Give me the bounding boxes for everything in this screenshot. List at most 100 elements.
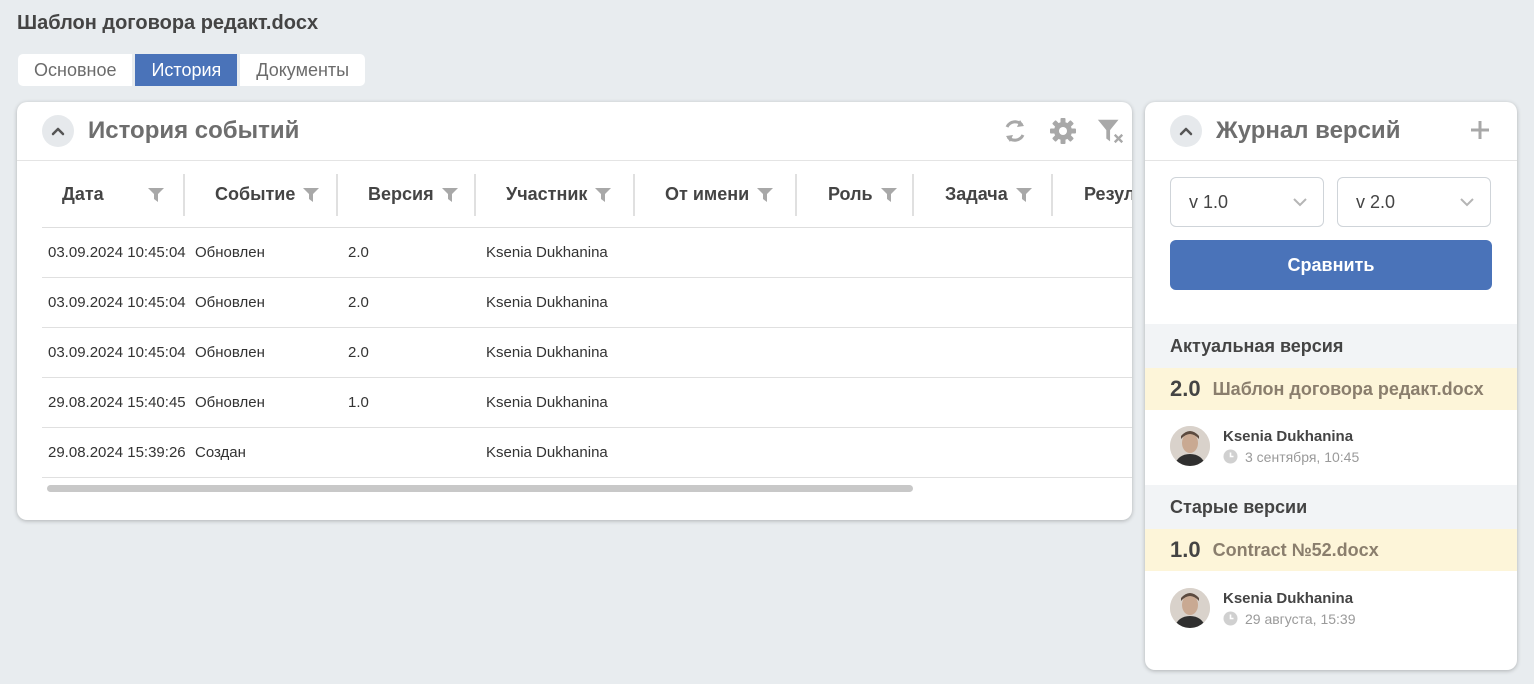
history-actions — [1000, 116, 1126, 146]
filter-icon[interactable] — [1015, 187, 1032, 202]
plus-icon — [1471, 121, 1489, 139]
column-participant[interactable]: Участник — [476, 173, 635, 216]
cell-event: Обновлен — [195, 344, 265, 361]
refresh-button[interactable] — [1000, 116, 1030, 146]
old-version-author: Ksenia Dukhanina 29 августа, 15:39 — [1170, 588, 1356, 628]
tab-history[interactable]: История — [135, 54, 238, 86]
current-version-author: Ksenia Dukhanina 3 сентября, 10:45 — [1170, 426, 1359, 466]
filter-icon[interactable] — [595, 187, 612, 202]
filter-icon[interactable] — [147, 187, 164, 202]
collapse-history-button[interactable] — [42, 115, 74, 147]
cell-version: 2.0 — [348, 244, 369, 261]
date-text: 29 августа, 15:39 — [1245, 610, 1356, 627]
column-label: Версия — [368, 184, 434, 204]
cell-version: 2.0 — [348, 294, 369, 311]
chevron-up-icon — [51, 127, 65, 136]
old-versions-heading: Старые версии — [1145, 485, 1517, 529]
author-info: Ksenia Dukhanina 29 августа, 15:39 — [1223, 590, 1356, 627]
cell-version: 1.0 — [348, 394, 369, 411]
chevron-up-icon — [1179, 127, 1193, 136]
cell-event: Обновлен — [195, 394, 265, 411]
select-value: v 1.0 — [1189, 191, 1229, 212]
clear-filter-button[interactable] — [1096, 116, 1126, 146]
cell-date: 29.08.2024 15:40:45 — [48, 394, 186, 411]
author-date: 29 августа, 15:39 — [1223, 611, 1356, 627]
table-row[interactable]: 03.09.2024 10:45:04 Обновлен 2.0 Ksenia … — [42, 328, 1132, 378]
version-number: 2.0 — [1170, 376, 1201, 401]
column-label: Роль — [828, 184, 873, 204]
cell-participant: Ksenia Dukhanina — [486, 294, 608, 311]
collapse-versions-button[interactable] — [1170, 115, 1202, 147]
table-row[interactable]: 03.09.2024 10:45:04 Обновлен 2.0 Ksenia … — [42, 278, 1132, 328]
table-row[interactable]: 03.09.2024 10:45:04 Обновлен 2.0 Ksenia … — [42, 228, 1132, 278]
version-select-left[interactable]: v 1.0 — [1170, 177, 1324, 227]
history-table: Дата Событие Версия Участник От имени Ро… — [42, 162, 1132, 478]
filter-icon[interactable] — [303, 187, 320, 202]
column-role[interactable]: Роль — [797, 173, 914, 216]
author-info: Ksenia Dukhanina 3 сентября, 10:45 — [1223, 428, 1359, 465]
horizontal-scrollbar[interactable] — [47, 485, 913, 492]
cell-participant: Ksenia Dukhanina — [486, 444, 608, 461]
column-event[interactable]: Событие — [185, 173, 338, 216]
author-date: 3 сентября, 10:45 — [1223, 449, 1359, 465]
refresh-icon — [1005, 120, 1025, 142]
history-panel: История событий Дата Событие Версия Учас… — [17, 102, 1132, 520]
table-row[interactable]: 29.08.2024 15:39:26 Создан Ksenia Dukhan… — [42, 428, 1132, 478]
chevron-down-icon — [1293, 198, 1307, 207]
old-version-item[interactable]: 1.0 Contract №52.docx — [1145, 529, 1517, 571]
table-row[interactable]: 29.08.2024 15:40:45 Обновлен 1.0 Ksenia … — [42, 378, 1132, 428]
cell-date: 03.09.2024 10:45:04 — [48, 344, 186, 361]
author-name: Ksenia Dukhanina — [1223, 427, 1354, 445]
current-version-heading: Актуальная версия — [1145, 324, 1517, 368]
clock-icon — [1223, 611, 1238, 626]
column-task[interactable]: Задача — [914, 173, 1053, 216]
settings-button[interactable] — [1048, 116, 1078, 146]
add-version-button[interactable] — [1469, 119, 1491, 146]
column-label: Задача — [945, 184, 1008, 204]
column-on-behalf[interactable]: От имени — [635, 173, 797, 216]
current-version-item[interactable]: 2.0 Шаблон договора редакт.docx — [1145, 368, 1517, 410]
avatar — [1170, 588, 1210, 628]
version-filename[interactable]: Contract №52.docx — [1213, 540, 1493, 561]
tab-main[interactable]: Основное — [18, 54, 133, 86]
versions-header: Журнал версий — [1145, 102, 1517, 161]
version-selectors: v 1.0 v 2.0 — [1170, 177, 1491, 227]
tab-documents[interactable]: Документы — [240, 54, 366, 86]
avatar — [1170, 426, 1210, 466]
cell-version: 2.0 — [348, 344, 369, 361]
cell-date: 03.09.2024 10:45:04 — [48, 244, 186, 261]
filter-clear-icon — [1097, 119, 1124, 144]
cell-date: 29.08.2024 15:39:26 — [48, 444, 186, 461]
cell-event: Обновлен — [195, 294, 265, 311]
chevron-down-icon — [1460, 198, 1474, 207]
version-select-right[interactable]: v 2.0 — [1337, 177, 1491, 227]
filter-icon[interactable] — [757, 187, 774, 202]
column-label: Участник — [506, 184, 588, 204]
column-date[interactable]: Дата — [42, 173, 185, 216]
version-number: 1.0 — [1170, 537, 1201, 562]
author-name: Ksenia Dukhanina — [1223, 589, 1354, 607]
cell-event: Обновлен — [195, 244, 265, 261]
filter-icon[interactable] — [441, 187, 458, 202]
version-filename[interactable]: Шаблон договора редакт.docx — [1213, 379, 1493, 400]
column-label: Резул — [1084, 184, 1132, 204]
clock-icon — [1223, 449, 1238, 464]
tab-bar: Основное История Документы — [18, 54, 366, 86]
history-title: История событий — [88, 117, 300, 144]
column-label: Дата — [62, 184, 104, 204]
date-text: 3 сентября, 10:45 — [1245, 448, 1360, 465]
cell-event: Создан — [195, 444, 246, 461]
gear-icon — [1050, 118, 1076, 144]
table-header: Дата Событие Версия Участник От имени Ро… — [42, 162, 1132, 228]
column-version[interactable]: Версия — [338, 173, 476, 216]
compare-button[interactable]: Сравнить — [1170, 240, 1492, 290]
filter-icon[interactable] — [880, 187, 897, 202]
history-header: История событий — [17, 102, 1132, 161]
document-title: Шаблон договора редакт.docx — [17, 12, 319, 34]
column-result[interactable]: Резул — [1053, 174, 1132, 216]
cell-date: 03.09.2024 10:45:04 — [48, 294, 186, 311]
versions-panel: Журнал версий v 1.0 v 2.0 Сравнить Актуа… — [1145, 102, 1517, 670]
versions-title: Журнал версий — [1216, 117, 1401, 144]
column-label: От имени — [665, 184, 750, 204]
cell-participant: Ksenia Dukhanina — [486, 244, 608, 261]
